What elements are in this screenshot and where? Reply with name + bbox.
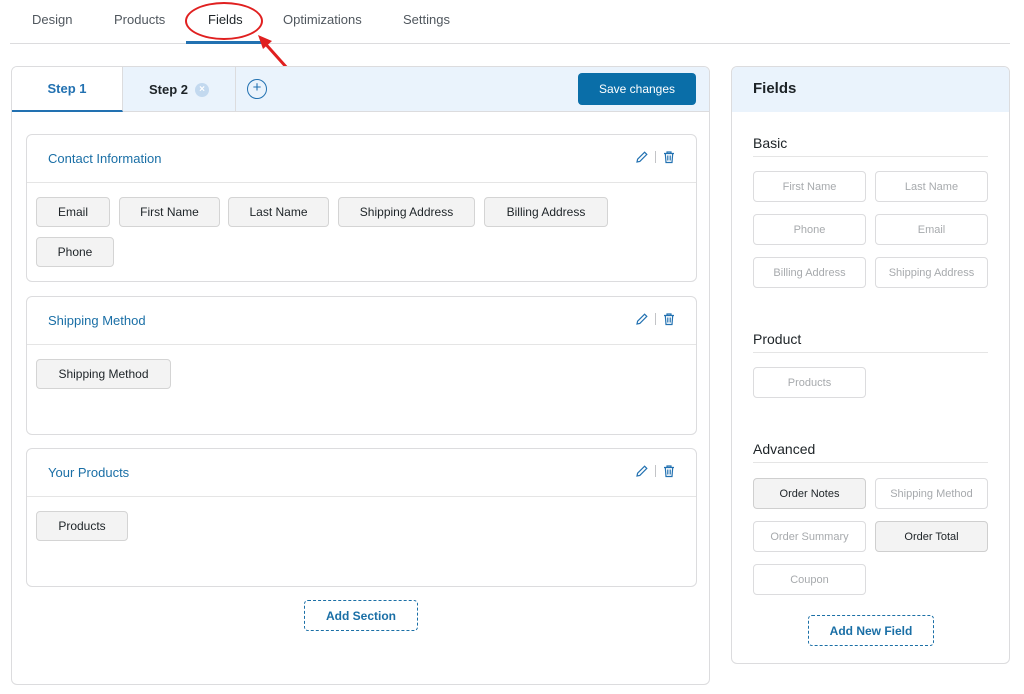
section-header: Your Products (27, 449, 696, 497)
tab-products[interactable]: Products (114, 12, 165, 27)
pencil-icon[interactable] (635, 464, 649, 478)
pencil-icon[interactable] (635, 150, 649, 164)
group-title-advanced: Advanced (753, 441, 816, 457)
field-chip[interactable]: Shipping Address (338, 197, 475, 227)
section-shipping-method: Shipping Method Shipping Method (26, 296, 697, 435)
field-shipping-method[interactable]: Shipping Method (875, 478, 988, 509)
section-title: Your Products (48, 465, 130, 480)
fields-panel-header: Fields (732, 67, 1009, 112)
divider (753, 352, 988, 353)
divider (655, 313, 656, 325)
section-actions (635, 312, 676, 326)
field-chip[interactable]: Billing Address (484, 197, 608, 227)
step-1-label: Step 1 (47, 81, 87, 96)
top-nav: Design Products Fields Optimizations Set… (10, 0, 1010, 44)
divider (753, 462, 988, 463)
steps-panel: Step 1 Step 2 × + Save changes Contact I… (11, 66, 710, 685)
field-last-name[interactable]: Last Name (875, 171, 988, 202)
trash-icon[interactable] (662, 312, 676, 326)
section-actions (635, 464, 676, 478)
group-title-basic: Basic (753, 135, 788, 151)
step-bar: Step 1 Step 2 × + Save changes (12, 67, 709, 112)
active-tab-indicator (186, 41, 268, 44)
tab-fields[interactable]: Fields (208, 12, 243, 27)
field-chip[interactable]: Phone (36, 237, 114, 267)
tab-optimizations[interactable]: Optimizations (283, 12, 362, 27)
divider (655, 151, 656, 163)
section-actions (635, 150, 676, 164)
field-shipping-address[interactable]: Shipping Address (875, 257, 988, 288)
field-chip[interactable]: Last Name (228, 197, 329, 227)
step-2-label: Step 2 (148, 82, 188, 97)
divider (753, 156, 988, 157)
fields-panel: Fields Basic First Name Last Name Phone … (731, 66, 1010, 664)
group-title-product: Product (753, 331, 802, 347)
field-order-notes[interactable]: Order Notes (753, 478, 866, 509)
field-order-total[interactable]: Order Total (875, 521, 988, 552)
tab-settings[interactable]: Settings (403, 12, 450, 27)
add-new-field-button[interactable]: Add New Field (808, 615, 934, 646)
divider (655, 465, 656, 477)
field-chip[interactable]: First Name (119, 197, 220, 227)
section-title: Shipping Method (48, 313, 146, 328)
trash-icon[interactable] (662, 150, 676, 164)
field-billing-address[interactable]: Billing Address (753, 257, 866, 288)
step-1-tab[interactable]: Step 1 (12, 67, 123, 112)
section-header: Shipping Method (27, 297, 696, 345)
section-your-products: Your Products Products (26, 448, 697, 587)
add-section-button[interactable]: Add Section (304, 600, 418, 631)
fields-panel-title: Fields (753, 80, 797, 97)
field-chip[interactable]: Shipping Method (36, 359, 171, 389)
section-contact-information: Contact Information Email First Name Las… (26, 134, 697, 282)
field-chip[interactable]: Email (36, 197, 110, 227)
field-phone[interactable]: Phone (753, 214, 866, 245)
field-chip[interactable]: Products (36, 511, 128, 541)
field-first-name[interactable]: First Name (753, 171, 866, 202)
pencil-icon[interactable] (635, 312, 649, 326)
section-header: Contact Information (27, 135, 696, 183)
section-title: Contact Information (48, 151, 162, 166)
field-products[interactable]: Products (753, 367, 866, 398)
field-order-summary[interactable]: Order Summary (753, 521, 866, 552)
add-step-icon[interactable]: + (247, 79, 267, 99)
field-email[interactable]: Email (875, 214, 988, 245)
tab-design[interactable]: Design (32, 12, 72, 27)
close-icon[interactable]: × (195, 82, 209, 97)
trash-icon[interactable] (662, 464, 676, 478)
save-changes-button[interactable]: Save changes (578, 73, 696, 105)
step-2-tab[interactable]: Step 2 × (123, 67, 236, 112)
field-coupon[interactable]: Coupon (753, 564, 866, 595)
